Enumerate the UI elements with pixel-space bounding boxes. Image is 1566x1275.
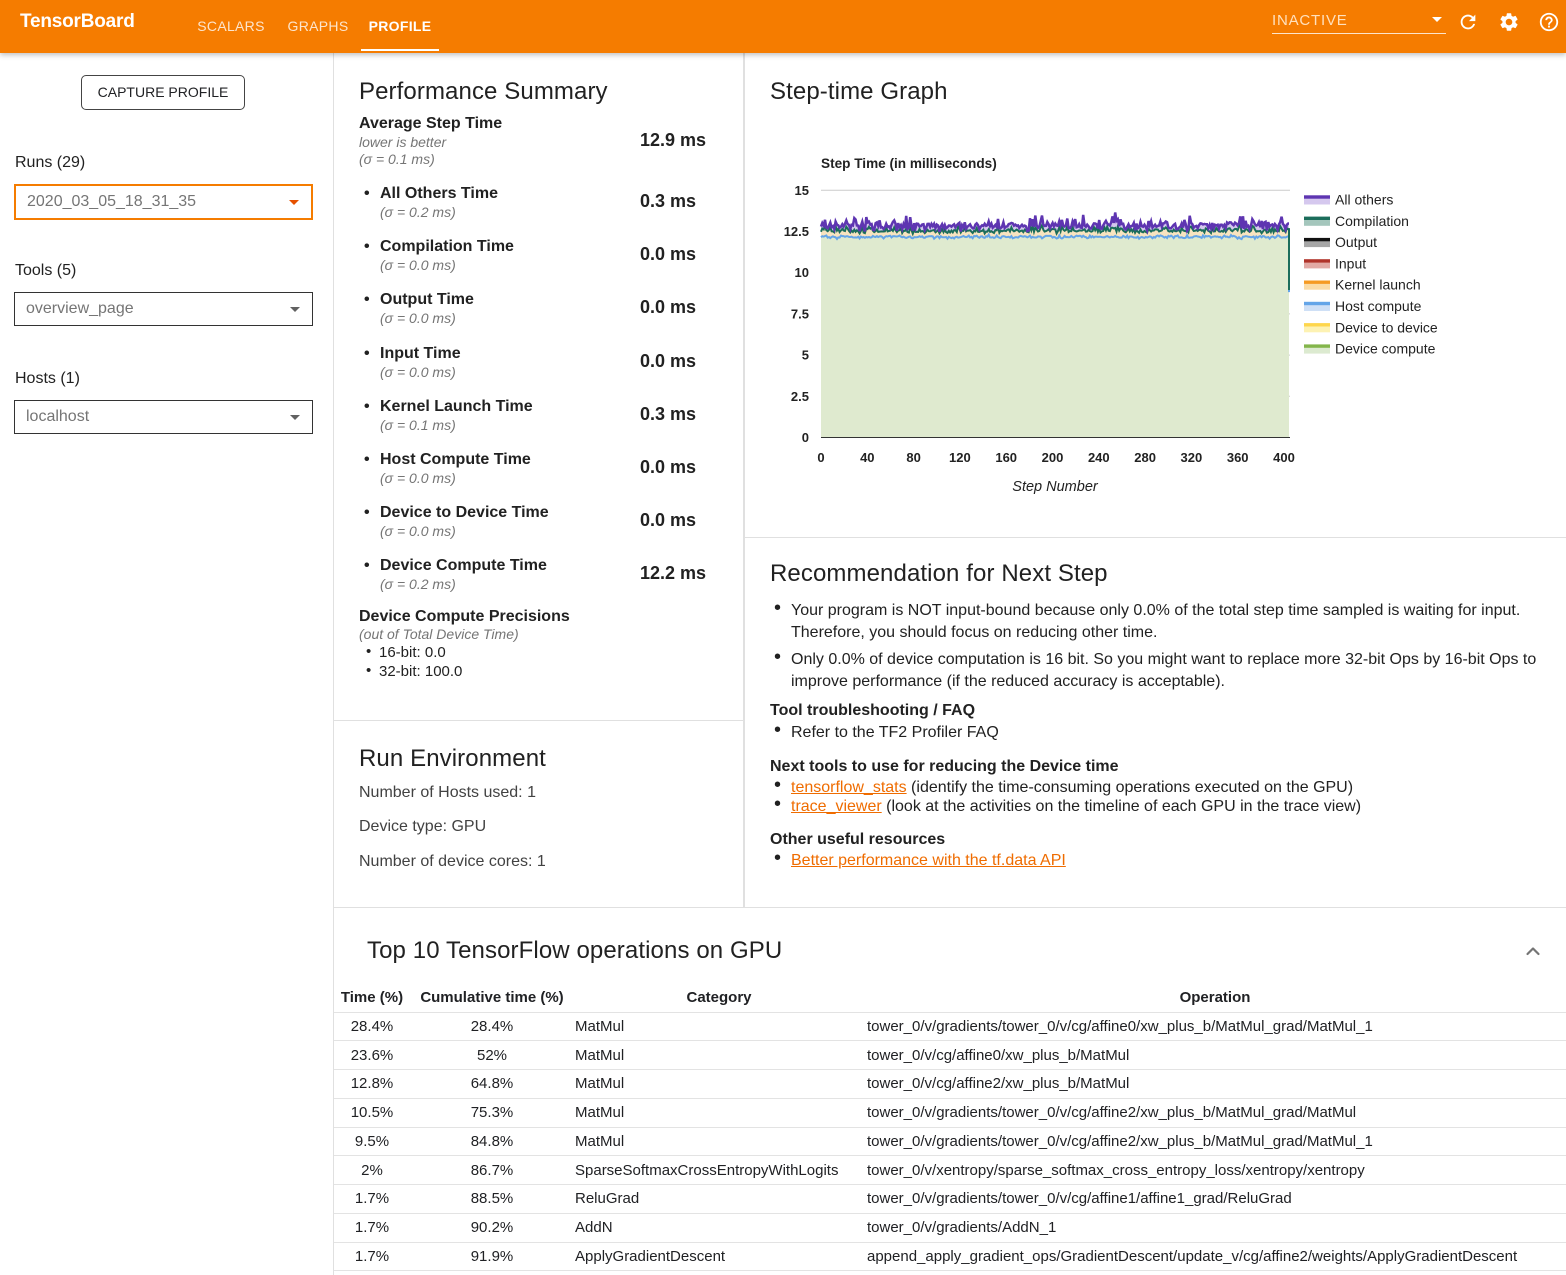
svg-text:Kernel launch: Kernel launch: [1335, 277, 1421, 293]
svg-text:40: 40: [860, 450, 874, 465]
svg-text:120: 120: [949, 450, 971, 465]
svg-text:200: 200: [1042, 450, 1064, 465]
svg-text:320: 320: [1181, 450, 1203, 465]
svg-text:Output: Output: [1335, 234, 1377, 250]
svg-text:Step Number: Step Number: [1012, 479, 1099, 495]
svg-text:12.5: 12.5: [784, 224, 809, 239]
svg-text:2.5: 2.5: [791, 389, 809, 404]
svg-text:400: 400: [1273, 450, 1295, 465]
svg-text:240: 240: [1088, 450, 1110, 465]
svg-text:0: 0: [817, 450, 824, 465]
svg-text:10: 10: [795, 265, 809, 280]
svg-text:Input: Input: [1335, 255, 1366, 271]
svg-text:Device compute: Device compute: [1335, 341, 1436, 357]
svg-text:Host compute: Host compute: [1335, 298, 1422, 314]
svg-text:Compilation: Compilation: [1335, 213, 1409, 229]
svg-text:280: 280: [1134, 450, 1156, 465]
svg-text:15: 15: [795, 183, 809, 198]
svg-text:80: 80: [906, 450, 920, 465]
svg-text:360: 360: [1227, 450, 1249, 465]
svg-text:0: 0: [802, 430, 809, 445]
svg-text:All others: All others: [1335, 192, 1393, 208]
svg-text:160: 160: [995, 450, 1017, 465]
svg-text:Device to device: Device to device: [1335, 319, 1438, 335]
svg-text:5: 5: [802, 348, 809, 363]
svg-text:Step Time (in milliseconds): Step Time (in milliseconds): [821, 156, 997, 171]
svg-text:7.5: 7.5: [791, 306, 809, 321]
